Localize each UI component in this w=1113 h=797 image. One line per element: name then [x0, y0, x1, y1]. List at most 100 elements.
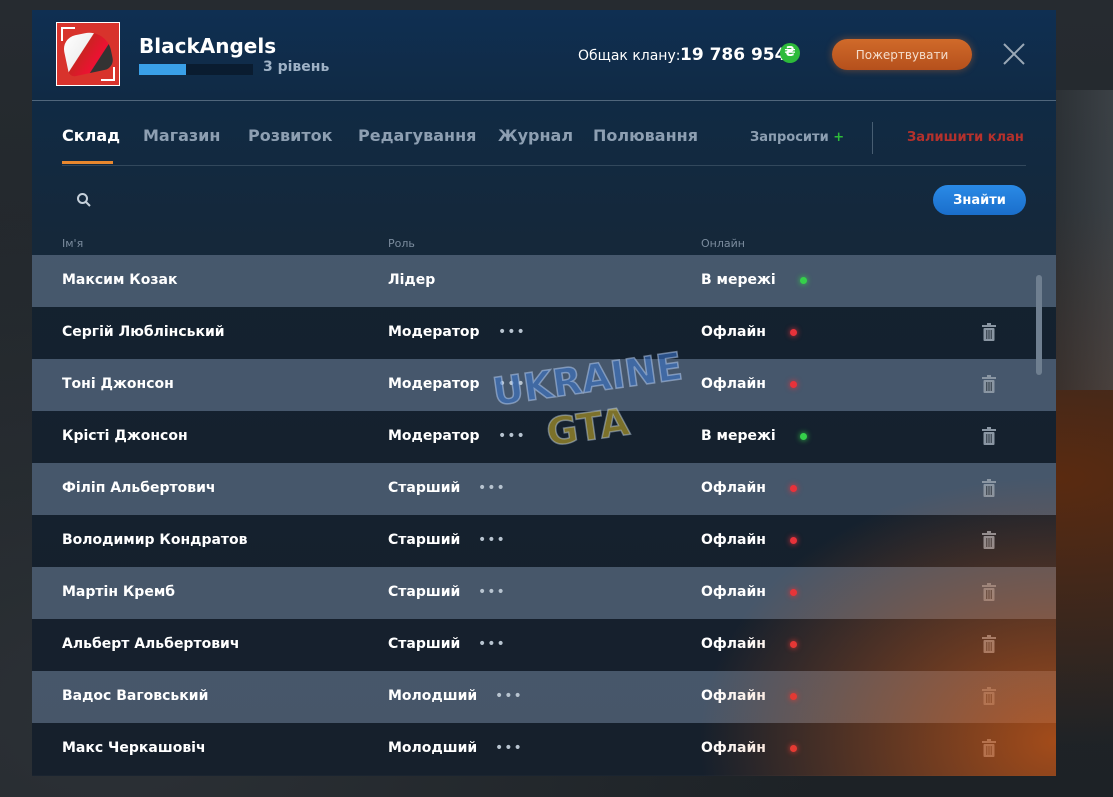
member-name: Мартін Кремб: [62, 584, 176, 600]
column-header-online: Онлайн: [701, 237, 745, 250]
member-status: В мережі: [701, 428, 776, 444]
role-menu-icon[interactable]: •••: [498, 428, 526, 444]
delete-member-icon[interactable]: [981, 479, 997, 497]
member-status: Офлайн: [701, 324, 766, 340]
role-menu-icon[interactable]: •••: [478, 636, 506, 652]
tab-hunting[interactable]: Полювання: [593, 126, 698, 145]
treasury-value: 19 786 954: [680, 45, 787, 65]
table-row[interactable]: Мартін Кремб Старший ••• Офлайн: [32, 567, 1056, 619]
member-name: Макс Черкашовіч: [62, 740, 206, 756]
clan-tabs: Склад Магазин Розвиток Редагування Журна…: [62, 110, 1026, 166]
member-role: Модератор: [388, 376, 480, 392]
clan-panel: BlackAngels 3 рівень Общак клану: 19 786…: [32, 10, 1056, 776]
member-role: Молодший: [388, 688, 478, 704]
member-role: Старший: [388, 532, 461, 548]
offline-indicator: [790, 485, 797, 492]
role-menu-icon[interactable]: •••: [498, 376, 526, 392]
table-row[interactable]: Володимир Кондратов Старший ••• Офлайн: [32, 515, 1056, 567]
member-status: Офлайн: [701, 584, 766, 600]
member-role: Молодший: [388, 740, 478, 756]
background-decoration: [1053, 90, 1113, 390]
table-row[interactable]: Крісті Джонсон Модератор ••• В мережі: [32, 411, 1056, 463]
treasury-label: Общак клану:: [578, 48, 681, 64]
delete-member-icon[interactable]: [981, 427, 997, 445]
tab-shop[interactable]: Магазин: [143, 126, 220, 145]
active-tab-indicator: [62, 161, 113, 164]
table-row[interactable]: Тоні Джонсон Модератор ••• Офлайн: [32, 359, 1056, 411]
divider: [872, 122, 873, 154]
invite-label: Запросити: [750, 130, 829, 145]
role-menu-icon[interactable]: •••: [478, 584, 506, 600]
table-row[interactable]: Сергій Люблінський Модератор ••• Офлайн: [32, 307, 1056, 359]
tab-development[interactable]: Розвиток: [248, 126, 332, 145]
member-role: Лідер: [388, 272, 436, 288]
offline-indicator: [790, 745, 797, 752]
search-icon: [77, 193, 91, 207]
table-row[interactable]: Макс Черкашовіч Молодший ••• Офлайн: [32, 723, 1056, 775]
online-indicator: [800, 433, 807, 440]
member-role: Старший: [388, 584, 461, 600]
member-status: Офлайн: [701, 480, 766, 496]
table-row[interactable]: Максим Козак Лідер В мережі: [32, 255, 1056, 307]
tab-journal[interactable]: Журнал: [498, 126, 573, 145]
tab-editing[interactable]: Редагування: [358, 126, 476, 145]
role-menu-icon[interactable]: •••: [495, 688, 523, 704]
member-name: Вадос Ваговський: [62, 688, 209, 704]
member-name: Крісті Джонсон: [62, 428, 188, 444]
member-status: Офлайн: [701, 688, 766, 704]
tab-storage[interactable]: Склад: [62, 126, 120, 145]
member-name: Максим Козак: [62, 272, 178, 288]
member-status: В мережі: [701, 272, 776, 288]
member-role: Модератор: [388, 324, 480, 340]
offline-indicator: [790, 381, 797, 388]
member-status: Офлайн: [701, 376, 766, 392]
member-status: Офлайн: [701, 532, 766, 548]
member-role: Старший: [388, 636, 461, 652]
column-header-name: Ім'я: [62, 237, 84, 250]
member-name: Філіп Альбертович: [62, 480, 216, 496]
clan-logo: [56, 22, 120, 86]
scrollbar-thumb[interactable]: [1036, 275, 1042, 375]
find-button[interactable]: Знайти: [933, 185, 1026, 215]
table-row[interactable]: Вадос Ваговський Молодший ••• Офлайн: [32, 671, 1056, 723]
close-icon[interactable]: [1002, 42, 1026, 66]
clan-name: BlackAngels: [139, 34, 277, 58]
delete-member-icon[interactable]: [981, 635, 997, 653]
member-name: Сергій Люблінський: [62, 324, 225, 340]
member-role: Модератор: [388, 428, 480, 444]
clan-header: BlackAngels 3 рівень Общак клану: 19 786…: [32, 10, 1056, 101]
member-name: Тоні Джонсон: [62, 376, 174, 392]
member-name: Альберт Альбертович: [62, 636, 240, 652]
offline-indicator: [790, 693, 797, 700]
delete-member-icon[interactable]: [981, 323, 997, 341]
level-progress-fill: [139, 64, 186, 75]
level-progress-bar: [139, 64, 253, 75]
delete-member-icon[interactable]: [981, 531, 997, 549]
role-menu-icon[interactable]: •••: [495, 740, 523, 756]
donate-button[interactable]: Пожертвувати: [832, 39, 972, 70]
role-menu-icon[interactable]: •••: [478, 480, 506, 496]
offline-indicator: [790, 641, 797, 648]
member-status: Офлайн: [701, 740, 766, 756]
members-table: Максим Козак Лідер В мережі Сергій Люблінсь…: [32, 255, 1056, 775]
column-header-role: Роль: [388, 237, 415, 250]
table-row[interactable]: Альберт Альбертович Старший ••• Офлайн: [32, 619, 1056, 671]
invite-button[interactable]: Запросити +: [750, 130, 844, 145]
delete-member-icon[interactable]: [981, 583, 997, 601]
plus-icon: +: [833, 130, 845, 145]
clan-level: 3 рівень: [263, 59, 330, 75]
member-role: Старший: [388, 480, 461, 496]
delete-member-icon[interactable]: [981, 687, 997, 705]
role-menu-icon[interactable]: •••: [498, 324, 526, 340]
hryvnia-coin-icon: ₴: [780, 43, 800, 63]
delete-member-icon[interactable]: [981, 375, 997, 393]
online-indicator: [800, 277, 807, 284]
logo-corner-decoration: [101, 67, 115, 81]
table-row[interactable]: Філіп Альбертович Старший ••• Офлайн: [32, 463, 1056, 515]
delete-member-icon[interactable]: [981, 739, 997, 757]
offline-indicator: [790, 589, 797, 596]
offline-indicator: [790, 537, 797, 544]
leave-clan-button[interactable]: Залишити клан: [907, 130, 1024, 145]
role-menu-icon[interactable]: •••: [478, 532, 506, 548]
member-search-input[interactable]: [102, 188, 926, 214]
